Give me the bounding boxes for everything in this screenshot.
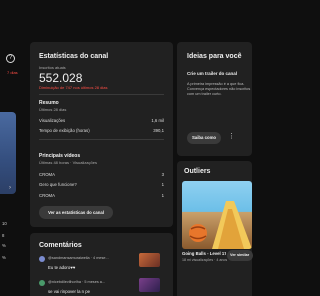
top-video-row[interactable]: CROMA 3 [39,172,164,177]
divider [39,139,164,140]
subscribers-count: 552.028 [39,71,83,85]
comment-time: · 5 meses a... [82,280,106,284]
video-title: CROMA [39,193,55,198]
outliers-title: Outliers [184,168,211,175]
view-channel-stats-button[interactable]: Ver as estatísticas do canal [39,206,113,219]
left-video-thumbnail[interactable] [0,112,16,194]
divider [39,94,164,95]
see-similar-button[interactable]: Ver similar [227,250,253,261]
row-value: 390,1 [153,128,164,133]
row-value: 1,6 mil [151,118,164,123]
video-title: CROMA [39,172,55,177]
comment-time: · 4 mese... [90,256,109,260]
avatar[interactable] [39,280,45,286]
more-options-icon[interactable]: ⋮ [228,133,235,141]
summary-period: Últimos 28 dias [39,107,67,112]
left-stat-1: 10 [2,221,7,226]
left-stat-2: 8 [2,233,5,238]
comments-card: Comentários @sandmansamuraiweila · 4 mes… [30,233,173,296]
comments-title: Comentários [39,242,82,249]
left-stat-3: % [2,243,6,248]
help-icon[interactable]: ? [6,54,15,63]
summary-row-views: Visualizações 1,6 mil [39,118,164,123]
top-video-row[interactable]: Gero que funcione? 1 [39,182,164,187]
subscribers-delta: Diminuição de 747 nos últimos 28 dias [39,85,108,90]
thumbnail-art [189,201,252,249]
comment-text: se vai rinpover la n pe [48,289,91,294]
channel-stats-card: Estatísticas do canal Inscritos atuais 5… [30,42,173,227]
subscribers-label: Inscritos atuais [39,65,66,70]
summary-title: Resumo [39,100,59,106]
comment-meta: @sandmansamuraiweila · 4 mese... [48,256,136,260]
summary-row-watchtime: Tempo de exibição (horas) 390,1 [39,128,164,133]
left-stat-4: % [2,255,6,260]
comment-video-thumbnail[interactable] [139,253,160,267]
comment-meta: @nicebdilevilhorlha · 5 meses a... [48,280,136,284]
comment-author[interactable]: @nicebdilevilhorlha [48,280,81,284]
outlier-video-title[interactable]: Going Balls - Level 1753 to 17 [182,251,226,256]
chevron-right-icon[interactable]: › [9,185,11,191]
video-views: 1 [161,182,164,187]
stats-title: Estatísticas do canal [39,53,109,60]
outliers-card: Outliers Going Balls - Level 1753 to 17 … [177,161,253,296]
avatar[interactable] [39,256,45,262]
outlier-video-meta: 18 mi visualizações · 4 anos atrás [182,258,228,262]
top-video-row[interactable]: CROMA 1 [39,193,164,198]
learn-more-button[interactable]: Saiba como [187,132,221,144]
row-label: Visualizações [39,118,66,123]
top-videos-title: Principais vídeos [39,153,81,159]
outlier-video-thumbnail[interactable] [182,181,252,249]
comment-video-thumbnail[interactable] [139,278,160,292]
comment-author[interactable]: @sandmansamuraiweila [48,256,90,260]
idea-card-text: A primeira impressão é a que fica. Conve… [187,82,251,97]
period-badge: 7 dias [7,70,18,75]
video-title: Gero que funcione? [39,182,77,187]
video-views: 3 [161,172,164,177]
idea-card-title: Crie um trailer do canal [187,71,238,76]
row-label: Tempo de exibição (horas) [39,128,90,133]
video-views: 1 [161,193,164,198]
top-videos-period: Últimas 48 horas · Visualizações [39,160,97,165]
ideas-card: Ideias para você Crie um trailer do cana… [177,42,252,156]
comment-text: Eu te adoro♥♥ [48,265,76,270]
ideas-title: Ideias para você [187,53,242,60]
